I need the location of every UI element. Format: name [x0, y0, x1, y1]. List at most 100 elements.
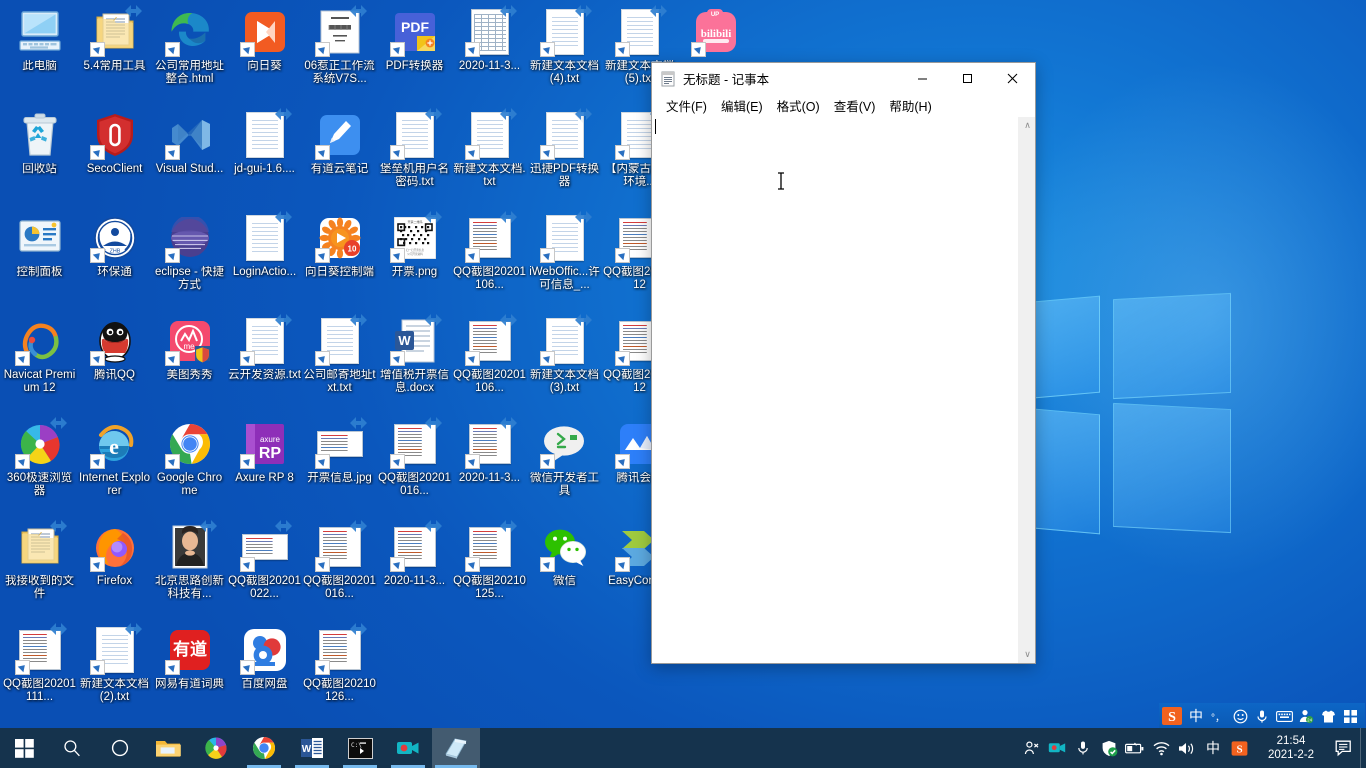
desktop-icon[interactable]: QQ截图20210125...	[452, 517, 527, 620]
desktop-icon[interactable]: 堡垒机用户名密码.txt	[377, 105, 452, 208]
ime-user-center-icon[interactable]: 24	[1295, 703, 1317, 729]
desktop-icon[interactable]: 回收站	[2, 105, 77, 208]
desktop-icon[interactable]: 开票信息.jpg	[302, 414, 377, 517]
desktop-icon[interactable]: Firefox	[77, 517, 152, 620]
notepad-text-area[interactable]	[652, 117, 1018, 663]
desktop-icon[interactable]: 06惹正工作流系统V7S...	[302, 2, 377, 105]
desktop-icon[interactable]: QQ截图20201016...	[377, 414, 452, 517]
desktop-icon[interactable]: 微信开发者工具	[527, 414, 602, 517]
desktop-icon[interactable]: 迅捷PDF转换器	[527, 105, 602, 208]
notepad-vertical-scrollbar[interactable]: ∧ ∨	[1018, 117, 1035, 663]
desktop-icon[interactable]: 向日葵	[227, 2, 302, 105]
ime-mode-tray-icon[interactable]: 中	[1200, 728, 1226, 768]
show-desktop-button[interactable]	[1360, 728, 1366, 768]
desktop-icon[interactable]: 2020-11-3...	[452, 2, 527, 105]
desktop-icon[interactable]: 我接收到的文件	[2, 517, 77, 620]
desktop-icon[interactable]: 此电脑	[2, 2, 77, 105]
scroll-down-arrow[interactable]: ∨	[1019, 646, 1035, 663]
maximize-button[interactable]	[945, 63, 990, 94]
menu-format[interactable]: 格式(O)	[770, 94, 827, 117]
menu-view[interactable]: 查看(V)	[827, 94, 883, 117]
ime-toolbox-icon[interactable]	[1339, 703, 1361, 729]
desktop-icon[interactable]: jd-gui-1.6....	[227, 105, 302, 208]
ime-emoji-icon[interactable]	[1229, 703, 1251, 729]
notepad-body[interactable]: ∧ ∨	[652, 116, 1035, 663]
desktop-icon[interactable]: 公司邮寄地址txt.txt	[302, 311, 377, 414]
desktop-icon[interactable]: 百度网盘	[227, 620, 302, 723]
desktop-icon[interactable]: 腾讯QQ	[77, 311, 152, 414]
desktop-icon[interactable]: PDF PDF转换器	[377, 2, 452, 105]
desktop-icon-bilibili[interactable]: UP bilibili	[678, 2, 753, 105]
ime-floating-bar[interactable]: S 中 °， 24	[1159, 703, 1365, 729]
taskbar-google-chrome[interactable]	[240, 728, 288, 768]
desktop-icon[interactable]: QQ截图20210126...	[302, 620, 377, 723]
desktop-icon[interactable]: LoginActio...	[227, 208, 302, 311]
taskbar-command-prompt[interactable]: C:\	[336, 728, 384, 768]
desktop-icon[interactable]: Google Chrome	[152, 414, 227, 517]
taskbar-screen-recorder[interactable]	[384, 728, 432, 768]
people-icon[interactable]	[1018, 728, 1044, 768]
desktop-icon[interactable]: QQ截图20201022...	[227, 517, 302, 620]
sogou-tray-icon[interactable]: S	[1226, 728, 1252, 768]
desktop[interactable]: 此电脑 5.4常用工具 公司常用地址整合.html 向日葵 06惹正工作流系统V7S..…	[0, 0, 1366, 768]
desktop-icon[interactable]: 云开发资源.txt	[227, 311, 302, 414]
desktop-icon[interactable]: 有道 网易有道词典	[152, 620, 227, 723]
battery-icon[interactable]	[1122, 728, 1148, 768]
desktop-icon[interactable]: e Internet Explorer	[77, 414, 152, 517]
desktop-icon[interactable]: axure RP Axure RP 8	[227, 414, 302, 517]
desktop-icon[interactable]: 360极速浏览器	[2, 414, 77, 517]
desktop-icon[interactable]: me 美图秀秀	[152, 311, 227, 414]
desktop-icon[interactable]: 新建文本文档 (2).txt	[77, 620, 152, 723]
taskbar-file-explorer[interactable]	[144, 728, 192, 768]
desktop-icon[interactable]: QQ截图20201106...	[452, 208, 527, 311]
ime-skin-icon[interactable]	[1317, 703, 1339, 729]
desktop-icon[interactable]: QQ截图20201106...	[452, 311, 527, 414]
ime-soft-keyboard-icon[interactable]	[1273, 703, 1295, 729]
desktop-icon[interactable]: SecoClient	[77, 105, 152, 208]
desktop-icon[interactable]: QQ截图20201111...	[2, 620, 77, 723]
desktop-icon[interactable]: 5.4常用工具	[77, 2, 152, 105]
desktop-icon[interactable]: W 增值税开票信息.docx	[377, 311, 452, 414]
desktop-icon-grid[interactable]: 此电脑 5.4常用工具 公司常用地址整合.html 向日葵 06惹正工作流系统V7S..…	[0, 0, 676, 723]
taskbar-clock[interactable]: 21:54 2021-2-2	[1254, 728, 1328, 768]
system-tray[interactable]: 中 S	[1018, 728, 1254, 768]
scroll-up-arrow[interactable]: ∧	[1019, 117, 1035, 134]
search-icon[interactable]	[48, 728, 96, 768]
task-view-icon[interactable]	[96, 728, 144, 768]
desktop-icon[interactable]: 有道云笔记	[302, 105, 377, 208]
desktop-icon[interactable]: eclipse - 快捷方式	[152, 208, 227, 311]
desktop-icon[interactable]: ZHB 环保通	[77, 208, 152, 311]
ime-voice-input-icon[interactable]	[1251, 703, 1273, 729]
close-button[interactable]	[990, 63, 1035, 94]
taskbar-word[interactable]: W	[288, 728, 336, 768]
network-icon[interactable]	[1148, 728, 1174, 768]
ime-punctuation-icon[interactable]: °，	[1207, 703, 1229, 729]
desktop-icon[interactable]: Navicat Premium 12	[2, 311, 77, 414]
desktop-icon[interactable]: 新建文本文档 (4).txt	[527, 2, 602, 105]
taskbar-360-browser[interactable]	[192, 728, 240, 768]
start-button[interactable]	[0, 728, 48, 768]
microphone-icon[interactable]	[1070, 728, 1096, 768]
desktop-icon[interactable]: 公司常用地址整合.html	[152, 2, 227, 105]
ime-mode-chinese[interactable]: 中	[1185, 703, 1207, 729]
notepad-window[interactable]: 无标题 - 记事本 文件(F) 编辑(E) 格式(O) 查看(V) 帮助(H) …	[651, 62, 1036, 664]
action-center-icon[interactable]	[1328, 728, 1360, 768]
screen-recorder-tray-icon[interactable]	[1044, 728, 1070, 768]
taskbar-notepad[interactable]	[432, 728, 480, 768]
desktop-icon[interactable]: 微信	[527, 517, 602, 620]
desktop-icon[interactable]: 10 向日葵控制端	[302, 208, 377, 311]
volume-icon[interactable]	[1174, 728, 1200, 768]
sogou-logo-icon[interactable]: S	[1159, 703, 1185, 729]
desktop-icon[interactable]: 新建文本文档 (3).txt	[527, 311, 602, 414]
taskbar[interactable]: W C:\ 中 S 21:54 2021-2-2	[0, 728, 1366, 768]
desktop-icon[interactable]: 北京思路创新科技有...	[152, 517, 227, 620]
desktop-icon[interactable]: iWebOffic...许可信息_...	[527, 208, 602, 311]
desktop-icon[interactable]: 开票二维码 扫一扫开票信息 公司开票资料 开票.png	[377, 208, 452, 311]
minimize-button[interactable]	[900, 63, 945, 94]
security-shield-icon[interactable]	[1096, 728, 1122, 768]
menu-help[interactable]: 帮助(H)	[882, 94, 938, 117]
desktop-icon[interactable]: QQ截图20201016...	[302, 517, 377, 620]
desktop-icon[interactable]: 新建文本文档.txt	[452, 105, 527, 208]
desktop-icon[interactable]: Visual Stud...	[152, 105, 227, 208]
desktop-icon[interactable]: 2020-11-3...	[377, 517, 452, 620]
